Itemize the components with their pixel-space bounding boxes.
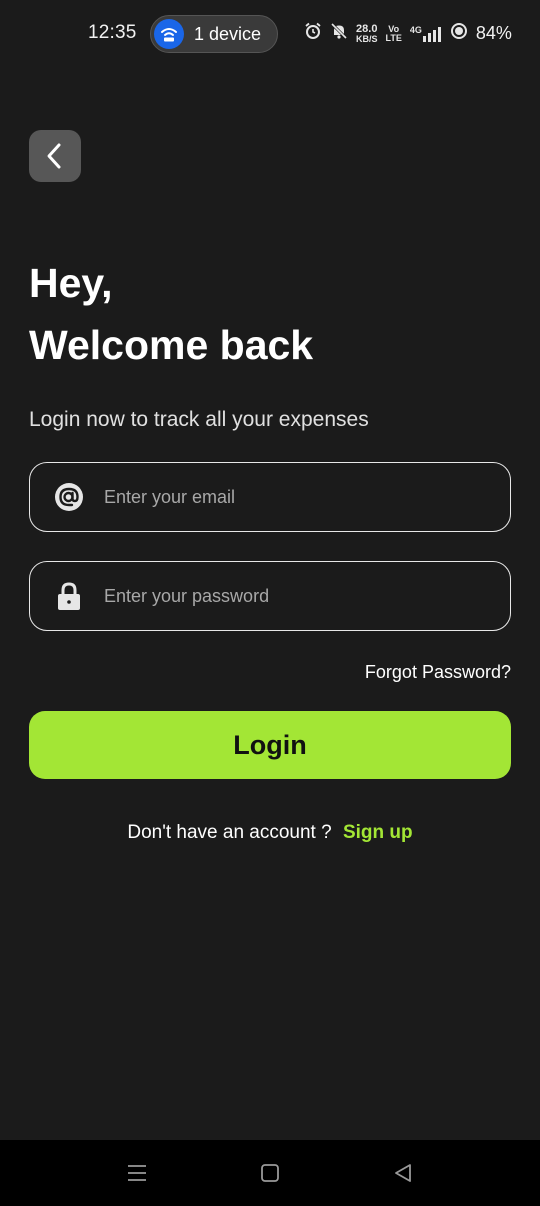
email-input[interactable]	[102, 485, 486, 509]
signup-row: Don't have an account ? Sign up	[0, 822, 540, 844]
hotspot-icon	[154, 19, 184, 49]
net-speed-value: 28.0	[356, 22, 378, 35]
recent-apps-button[interactable]	[124, 1160, 150, 1186]
hotspot-indicator[interactable]: 1 device	[150, 15, 278, 53]
lock-icon	[54, 581, 84, 611]
forgot-password-link[interactable]: Forgot Password?	[365, 662, 511, 683]
at-sign-icon	[54, 482, 84, 512]
volte-bottom: LTE	[385, 32, 402, 43]
hotspot-label: 1 device	[194, 23, 262, 44]
login-button[interactable]: Login	[29, 711, 511, 779]
volte-indicator: Vo LTE	[385, 24, 402, 43]
battery-level: 84%	[475, 23, 512, 43]
password-input[interactable]	[102, 584, 486, 608]
greeting-line-1: Hey,	[29, 260, 113, 306]
signup-link[interactable]: Sign up	[343, 822, 413, 843]
home-button[interactable]	[257, 1160, 283, 1186]
greeting-line-2: Welcome back	[29, 322, 314, 368]
status-icons: 28.0 KB/S Vo LTE 4G 84%	[304, 22, 512, 45]
navigation-bar	[0, 1140, 540, 1206]
chevron-left-icon	[47, 143, 61, 169]
status-bar: 12:35 1 device 28.0 KB/S Vo LTE 4G 84%	[0, 0, 540, 70]
signal-group: 4G	[409, 24, 442, 42]
mute-icon	[330, 22, 348, 45]
signal-icon	[422, 26, 441, 42]
square-icon	[261, 1164, 279, 1182]
network-type: 4G	[409, 24, 422, 35]
alarm-icon	[304, 22, 322, 45]
subtitle: Login now to track all your expenses	[29, 408, 369, 431]
back-button[interactable]	[29, 130, 81, 182]
signup-prompt: Don't have an account ?	[127, 822, 332, 843]
back-nav-button[interactable]	[390, 1160, 416, 1186]
greeting: Hey, Welcome back	[29, 252, 313, 376]
email-field[interactable]	[29, 462, 511, 532]
battery-icon	[450, 22, 468, 45]
password-field[interactable]	[29, 561, 511, 631]
status-time: 12:35	[88, 22, 137, 43]
triangle-back-icon	[395, 1164, 411, 1182]
menu-icon	[128, 1165, 146, 1181]
net-speed: 28.0 KB/S	[356, 22, 378, 44]
net-speed-unit: KB/S	[356, 33, 378, 44]
